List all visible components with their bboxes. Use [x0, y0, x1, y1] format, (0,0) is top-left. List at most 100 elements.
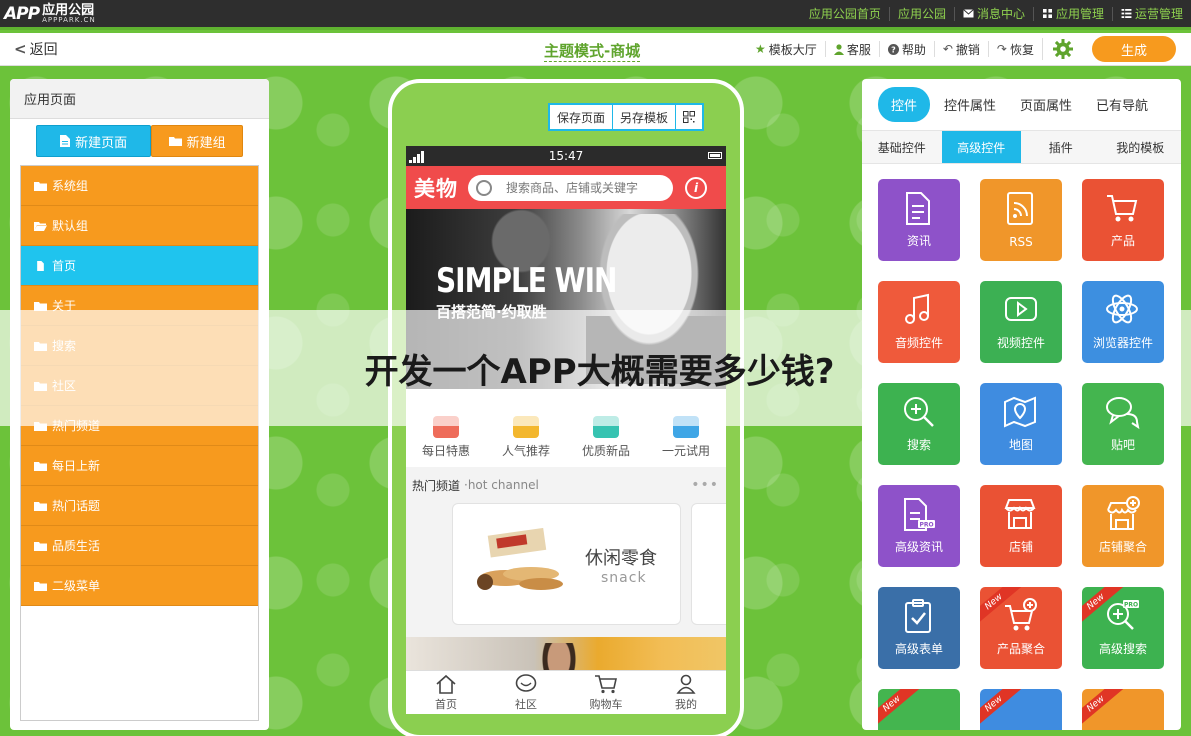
logo[interactable]: APP 应用公园 APPPARK.CN: [0, 4, 96, 24]
cart-icon: [595, 674, 617, 693]
widgets-panel-tab[interactable]: 已有导航: [1096, 95, 1148, 114]
widget-category-tab[interactable]: 基础控件: [862, 131, 942, 163]
nav-messages[interactable]: 消息中心: [953, 6, 1033, 21]
widgets-panel-tab[interactable]: 控件: [878, 87, 931, 122]
widget-tile[interactable]: 贴吧: [1082, 383, 1164, 465]
undo-button[interactable]: ↶ 撤销: [933, 41, 988, 57]
hot-channel-header: 热门频道 ·hot channel •••: [406, 467, 726, 503]
mail-icon: [963, 9, 974, 18]
file-icon: [60, 135, 71, 147]
info-icon[interactable]: i: [685, 176, 707, 199]
page-list-item[interactable]: 热门话题: [21, 486, 258, 526]
home-icon: [436, 674, 456, 694]
widget-tile[interactable]: 浏览器控件: [1082, 281, 1164, 363]
video-icon: [1005, 297, 1037, 321]
new-ribbon: New: [878, 689, 923, 730]
widget-tile[interactable]: New 产品聚合: [980, 587, 1062, 669]
widget-tile[interactable]: 店铺: [980, 485, 1062, 567]
nav-home[interactable]: 应用公园首页: [801, 7, 889, 21]
widget-tile[interactable]: 产品: [1082, 179, 1164, 261]
widget-category-tabs: 基础控件 高级控件 插件 我的模板: [862, 131, 1181, 164]
logo-subtitle: APPPARK.CN: [42, 15, 96, 24]
svg-text:PRO: PRO: [919, 522, 933, 529]
widget-tile-label: 高级搜索: [1098, 642, 1147, 656]
folder-icon: [34, 181, 47, 191]
page-list-item[interactable]: 二级菜单: [21, 566, 258, 606]
help-button[interactable]: ? 帮助: [878, 41, 934, 57]
status-time: 15:47: [548, 149, 584, 163]
folder-icon: [34, 501, 47, 511]
widget-tile[interactable]: RSS: [980, 179, 1062, 261]
widget-tile[interactable]: 资讯: [878, 179, 960, 261]
settings-button[interactable]: [1042, 38, 1082, 60]
folder-open-icon: [34, 221, 47, 231]
widget-tile[interactable]: 搜索: [878, 383, 960, 465]
page-list-item-label: 热门话题: [52, 499, 101, 513]
widget-tile[interactable]: 高级表单: [878, 587, 960, 669]
next-card[interactable]: [691, 503, 726, 625]
widget-category-tab[interactable]: 插件: [1021, 131, 1101, 163]
more-icon[interactable]: •••: [691, 477, 719, 493]
tab-profile[interactable]: 我的: [656, 674, 716, 712]
nav-operations[interactable]: 运营管理: [1111, 6, 1191, 21]
save-page-button[interactable]: 保存页面: [550, 105, 612, 129]
tab-community[interactable]: 社区: [496, 673, 556, 712]
redo-button[interactable]: ↷ 恢复: [987, 41, 1042, 57]
widget-tile[interactable]: 店铺聚合: [1082, 485, 1164, 567]
widgets-panel-tab[interactable]: 控件属性: [944, 95, 996, 114]
snack-image: [477, 528, 563, 590]
widget-tile-label: 店铺聚合: [1098, 540, 1147, 554]
search-icon: [904, 397, 934, 427]
signal-icon: [409, 151, 424, 163]
page-list-item-label: 品质生活: [52, 539, 101, 553]
widget-tile-label: 高级资讯: [894, 540, 943, 554]
widgets-panel: 控件 控件属性 页面属性 已有导航 基础控件 高级控件 插件 我的模板 资讯 RSS 产品音频控…: [862, 79, 1181, 730]
page-list-item[interactable]: 品质生活: [21, 526, 258, 566]
overlay-title: 开发一个APP大概需要多少钱?: [364, 351, 835, 392]
pro-doc-icon: PRO: [904, 498, 935, 531]
folder-icon: [34, 581, 47, 591]
qrcode-button[interactable]: [675, 105, 702, 129]
page-list-item[interactable]: 每日上新: [21, 446, 258, 486]
generate-button[interactable]: 生成: [1092, 36, 1176, 62]
snack-card[interactable]: 休闲零食 snack: [452, 503, 681, 625]
customer-service-button[interactable]: 客服: [824, 41, 879, 57]
app-search-input[interactable]: 搜索商品、店铺或关键字: [468, 174, 673, 201]
store-plus-icon: [1107, 496, 1140, 530]
banner-title: SIMPLE WIN: [436, 260, 617, 301]
nav-app-manage[interactable]: 应用管理: [1032, 6, 1112, 21]
widget-category-tab[interactable]: 高级控件: [941, 131, 1021, 163]
widget-tile[interactable]: PRO 高级资讯: [878, 485, 960, 567]
back-button[interactable]: < 返回: [0, 39, 58, 59]
widget-tile[interactable]: New: [980, 689, 1062, 730]
page-mode-title[interactable]: 主题模式-商城: [544, 40, 641, 62]
widget-tile[interactable]: 地图: [980, 383, 1062, 465]
app-tab-bar: 首页 社区 购物车 我的: [406, 670, 726, 714]
template-hall-button[interactable]: ★ 模板大厅: [747, 41, 825, 57]
widget-tile-label: 产品: [1110, 234, 1135, 248]
page-list-item[interactable]: 首页: [21, 246, 258, 286]
widget-tile-label: 店铺: [1008, 540, 1033, 554]
page-list-item[interactable]: 默认组: [21, 206, 258, 246]
tab-home[interactable]: 首页: [416, 674, 476, 712]
widget-tile[interactable]: 视频控件: [980, 281, 1062, 363]
widget-tile[interactable]: 音频控件: [878, 281, 960, 363]
new-group-button[interactable]: 新建组: [151, 125, 243, 157]
widget-tile[interactable]: New: [878, 689, 960, 730]
nav-apppark[interactable]: 应用公园: [888, 6, 954, 21]
document-icon: [906, 192, 930, 225]
status-bar: 15:47: [406, 146, 726, 166]
save-as-template-button[interactable]: 另存模板: [612, 105, 675, 129]
widget-category-tab[interactable]: 我的模板: [1101, 131, 1181, 163]
new-page-button[interactable]: 新建页面: [36, 125, 152, 157]
widget-tile[interactable]: New PRO 高级搜索: [1082, 587, 1164, 669]
clipboard-icon: [905, 599, 931, 633]
widget-tile[interactable]: New: [1082, 689, 1164, 730]
page-list-item[interactable]: 系统组: [21, 166, 258, 206]
tab-cart[interactable]: 购物车: [576, 674, 636, 712]
qrcode-icon: [683, 111, 696, 123]
cart-plus-icon: [1005, 598, 1037, 631]
folder-icon: [168, 137, 182, 146]
app-header: 美物 搜索商品、店铺或关键字 i: [406, 166, 726, 209]
widgets-panel-tab[interactable]: 页面属性: [1020, 95, 1072, 114]
